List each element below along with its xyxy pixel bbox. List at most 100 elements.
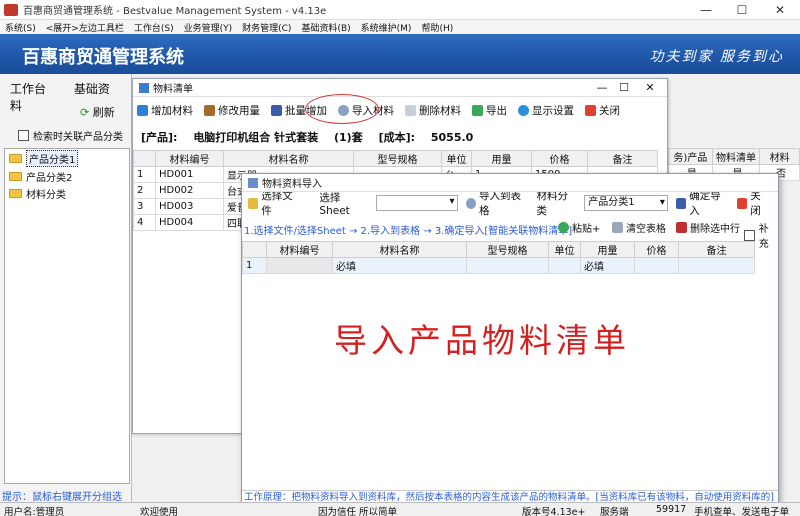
paste-button[interactable]: 粘贴+ [558,220,600,235]
menu-finance[interactable]: 财务管理(C) [237,21,296,34]
import-dialog-title: 物料资料导入 [262,179,322,190]
delete-material-button[interactable]: 删除材料 [405,103,461,118]
tree-item-material[interactable]: 材料分类 [5,185,129,202]
clear-icon [612,222,623,233]
refresh-icon: ⟳ [80,106,90,119]
status-bar: 用户名:管理员 欢迎使用 因为信任 所以简单 版本号4.13e+ 服务端 599… [0,502,800,516]
folder-icon [248,197,259,209]
column-header: 材料 [759,148,800,165]
sheet-select[interactable] [376,195,458,211]
menu-business[interactable]: 业务管理(Y) [179,21,238,34]
import-icon [465,197,476,209]
app-icon [4,3,18,16]
assoc-category-label: 检索时关联产品分类 [33,132,123,143]
status-mobile[interactable]: 手机查单、发送电子单 [694,504,789,516]
column-header: 务)产品 [668,148,713,165]
tree-item-category-1[interactable]: 产品分类1 [5,149,129,168]
highlight-circle [305,94,379,124]
bom-maximize-button[interactable]: ☐ [611,79,637,97]
bom-close-toolbar-button[interactable]: 关闭 [585,103,620,118]
confirm-import-button[interactable]: 确定导入 [675,188,729,218]
import-table: 材料编号 材料名称 型号规格 单位 用量 价格 备注 1 必填 必填 [242,241,755,274]
close-icon [736,197,748,209]
column-header: 物料清单 [711,148,761,165]
brand-title: 百惠商贸通管理系统 [22,47,184,68]
import-toolbar: 选择文件 选择Sheet 导入到表格 材料分类 产品分类1 确定导入 关闭 [242,190,778,217]
column-header: 材料编号 [155,150,224,167]
delete-row-button[interactable]: 删除选中行 [676,220,740,235]
maximize-button[interactable]: ☐ [724,0,760,20]
column-header: 备注 [587,150,658,167]
dialog-icon [248,177,258,188]
menu-help[interactable]: 帮助(H) [416,21,458,34]
assoc-category-checkbox[interactable] [18,130,29,141]
status-version: 版本号4.13e+ [522,507,586,516]
menu-maintenance[interactable]: 系统维护(M) [356,21,417,34]
select-sheet-label: 选择Sheet [319,191,350,217]
window-titlebar: 百惠商贸通管理系统 - Bestvalue Management System … [0,0,800,20]
window-title: 百惠商贸通管理系统 - Bestvalue Management System … [23,6,327,17]
category-select[interactable]: 产品分类1 [584,195,668,211]
tab-workbench[interactable]: 工作台 [10,82,46,96]
column-header [242,241,267,258]
column-header: 价格 [531,150,588,167]
menu-bar: 系统(S) <展开>左边工具栏 工作台(S) 业务管理(Y) 财务管理(C) 基… [0,20,800,34]
display-settings-button[interactable]: 显示设置 [518,103,574,118]
column-header: 备注 [678,241,755,258]
bom-toolbar: 增加材料 修改用量 批量增加 导入材料 删除材料 导出 显示设置 关闭 [133,97,667,123]
column-header [133,150,156,167]
status-server: 服务端 [600,507,629,516]
menu-workbench[interactable]: 工作台(S) [129,21,179,34]
close-button[interactable]: ✕ [762,0,798,20]
column-header: 材料名称 [223,150,354,167]
delete-icon [405,104,416,116]
menu-system[interactable]: 系统(S) [0,21,41,34]
import-to-table-button[interactable]: 导入到表格 [465,188,529,218]
product-qty: (1)套 [334,131,363,144]
product-name: 电脑打印机组合 针式套装 [193,131,319,144]
settings-icon [518,104,529,116]
category-tree: 产品分类1 产品分类2 材料分类 [4,148,130,484]
add-material-button[interactable]: 增加材料 [137,103,193,118]
clear-table-button[interactable]: 清空表格 [612,220,666,235]
export-icon [472,104,483,116]
banner: 百惠商贸通管理系统 功夫到家 服务到心 [0,34,800,74]
table-row[interactable]: 1 必填 必填 [242,257,755,274]
refresh-button[interactable]: ⟳ 刷新 [80,104,115,120]
product-info: [产品]: 电脑打印机组合 针式套装 (1)套 [成本]: 5055.0 [141,129,485,145]
export-button[interactable]: 导出 [472,103,507,118]
import-close-button[interactable]: 关闭 [736,188,770,218]
delete-icon [676,222,687,233]
status-number: 59917 [656,504,687,515]
minimize-button[interactable]: — [688,0,724,20]
save-icon [675,197,687,209]
select-file-button[interactable]: 选择文件 [248,188,311,218]
bom-window-title: 物料清单 [153,84,193,95]
column-header: 材料编号 [266,241,333,258]
cost-label: [成本]: [378,131,416,144]
column-header: 型号规格 [353,150,442,167]
tree-item-category-2[interactable]: 产品分类2 [5,168,129,185]
supplement-checkbox[interactable] [744,229,755,241]
edit-icon [204,104,215,116]
window-icon [139,82,149,93]
paste-icon [558,222,569,233]
column-header: 用量 [471,150,532,167]
bom-close-button[interactable]: ✕ [637,79,663,97]
cost-value: 5055.0 [430,131,474,144]
edit-quantity-button[interactable]: 修改用量 [204,103,260,118]
menu-basic-data[interactable]: 基础资料(B) [296,21,355,34]
status-motto: 因为信任 所以简单 [318,507,398,516]
folder-icon [9,189,22,198]
column-header: 材料名称 [332,241,467,258]
import-big-title: 导入产品物料清单 [334,321,630,360]
batch-icon [271,104,282,116]
import-steps: 1.选择文件/选择Sheet → 2.导入到表格 → 3.确定导入[智能关联物料… [244,226,573,237]
column-header: 单位 [441,150,472,167]
close-icon [585,104,596,116]
column-header: 单位 [548,241,581,258]
status-user: 用户名:管理员 [4,507,65,516]
status-welcome: 欢迎使用 [140,507,179,516]
column-header: 价格 [634,241,679,258]
menu-expand-toolbar[interactable]: <展开>左边工具栏 [41,21,129,34]
